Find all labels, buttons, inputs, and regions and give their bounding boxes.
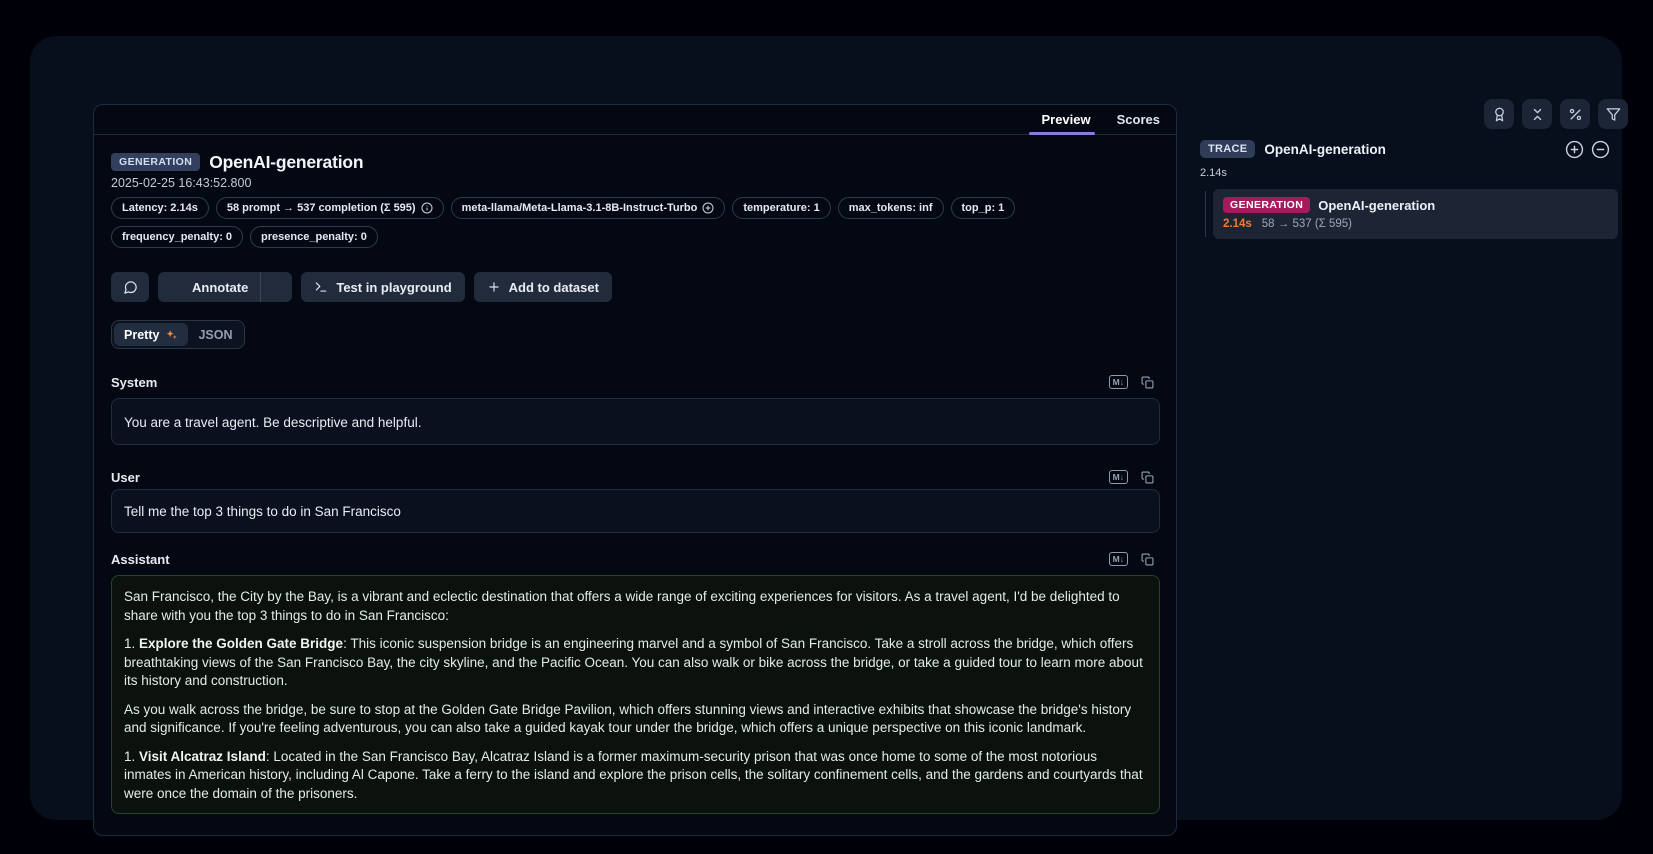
user-header-icons: M↓ [1109, 470, 1160, 484]
assistant-paragraph: 1. Explore the Golden Gate Bridge: This … [124, 635, 1147, 691]
add-to-dataset-label: Add to dataset [509, 280, 599, 295]
plus-circle-icon [702, 202, 714, 214]
trace-panel-toolbar [1190, 99, 1653, 129]
chip-token-usage[interactable]: 58 prompt → 537 completion (Σ 595) [216, 197, 444, 219]
system-message-box: You are a travel agent. Be descriptive a… [111, 398, 1160, 445]
observation-content: GENERATION OpenAI-generation 2025-02-25 … [94, 151, 1176, 814]
user-message-text: Tell me the top 3 things to do in San Fr… [124, 504, 401, 519]
trace-title: OpenAI-generation [1264, 142, 1386, 157]
award-icon [1492, 107, 1507, 122]
tree-node-header: GENERATION OpenAI-generation [1223, 197, 1608, 213]
filter-button[interactable] [1598, 99, 1628, 129]
chip-frequency-penalty: frequency_penalty: 0 [111, 226, 243, 248]
assistant-text-run: 1. [124, 636, 139, 651]
assistant-text-run: : Located in the San Francisco Bay, Alca… [124, 749, 1143, 801]
assistant-message-box: San Francisco, the City by the Bay, is a… [111, 575, 1160, 814]
chevrons-down-up-icon [1530, 107, 1545, 122]
chip-latency: Latency: 2.14s [111, 197, 209, 219]
chip-presence-penalty: presence_penalty: 0 [250, 226, 378, 248]
preview-tabs: Preview Scores [94, 105, 1176, 135]
annotate-button-label: Annotate [192, 280, 248, 295]
chip-token-usage-label: 58 prompt → 537 completion (Σ 595) [227, 202, 416, 214]
comment-icon [123, 280, 138, 295]
assistant-text-run-bold: Visit Alcatraz Island [139, 749, 266, 764]
zoom-in-icon[interactable] [1565, 140, 1584, 159]
assistant-paragraph: San Francisco, the City by the Bay, is a… [124, 588, 1147, 625]
assistant-message-header: Assistant M↓ [111, 549, 1160, 569]
markdown-toggle-icon[interactable]: M↓ [1109, 470, 1128, 484]
edit-icon [170, 280, 184, 294]
tree-zoom-controls [1565, 140, 1610, 159]
percent-icon [1568, 107, 1583, 122]
trace-badge: TRACE [1200, 140, 1255, 158]
trace-latency: 2.14s [1190, 167, 1653, 179]
page-title: OpenAI-generation [209, 152, 363, 173]
zoom-out-icon[interactable] [1591, 140, 1610, 159]
chip-temperature: temperature: 1 [732, 197, 830, 219]
markdown-toggle-icon[interactable]: M↓ [1109, 375, 1128, 389]
scores-award-button[interactable] [1484, 99, 1514, 129]
annotate-split-button: Annotate [158, 272, 292, 302]
copy-icon[interactable] [1141, 376, 1154, 389]
toggle-pretty-label: Pretty [124, 328, 159, 342]
markdown-toggle-icon[interactable]: M↓ [1109, 552, 1128, 566]
user-message-header: User M↓ [111, 467, 1160, 487]
toggle-json[interactable]: JSON [188, 323, 242, 346]
assistant-paragraph: As you walk across the bridge, be sure t… [124, 701, 1147, 738]
chip-model-label: meta-llama/Meta-Llama-3.1-8B-Instruct-Tu… [462, 202, 698, 214]
test-in-playground-label: Test in playground [336, 280, 451, 295]
view-mode-toggle: Pretty JSON [111, 320, 245, 349]
observation-type-badge: GENERATION [111, 153, 200, 171]
tree-connector-line [1205, 191, 1206, 237]
sparkles-icon [165, 328, 178, 341]
plus-icon [487, 280, 501, 294]
info-icon [421, 202, 433, 214]
assistant-paragraph: 1. Visit Alcatraz Island: Located in the… [124, 748, 1147, 804]
metadata-chips-row-1: Latency: 2.14s 58 prompt → 537 completio… [111, 197, 1160, 219]
trace-tree-panel: TRACE OpenAI-generation 2.14s GENERATION… [1190, 99, 1653, 239]
action-buttons-row: Annotate Test in playground [111, 272, 1160, 302]
tab-scores[interactable]: Scores [1117, 105, 1160, 135]
chip-top-p: top_p: 1 [951, 197, 1016, 219]
chip-model[interactable]: meta-llama/Meta-Llama-3.1-8B-Instruct-Tu… [451, 197, 726, 219]
chip-max-tokens: max_tokens: inf [838, 197, 944, 219]
tree-node-title: OpenAI-generation [1318, 198, 1435, 213]
system-message-header: System M↓ [111, 372, 1160, 392]
annotate-button[interactable]: Annotate [158, 272, 260, 302]
assistant-label: Assistant [111, 552, 170, 567]
collapse-all-button[interactable] [1522, 99, 1552, 129]
trace-root-row[interactable]: TRACE OpenAI-generation [1190, 137, 1653, 161]
timestamp: 2025-02-25 16:43:52.800 [111, 176, 1160, 190]
assistant-text-run-bold: Explore the Golden Gate Bridge [139, 636, 343, 651]
tab-preview[interactable]: Preview [1041, 105, 1090, 135]
node-token-usage: 58 → 537 (Σ 595) [1262, 218, 1352, 230]
copy-icon[interactable] [1141, 553, 1154, 566]
user-message-box: Tell me the top 3 things to do in San Fr… [111, 489, 1160, 533]
funnel-icon [1606, 107, 1621, 122]
toggle-pretty[interactable]: Pretty [114, 323, 188, 346]
title-row: GENERATION OpenAI-generation [111, 151, 1160, 173]
assistant-text-run: 1. [124, 749, 139, 764]
copy-icon[interactable] [1141, 471, 1154, 484]
add-to-dataset-button[interactable]: Add to dataset [474, 272, 612, 302]
comment-button[interactable] [111, 272, 149, 302]
system-label: System [111, 375, 157, 390]
observation-preview-card: Preview Scores GENERATION OpenAI-generat… [93, 104, 1177, 836]
assistant-header-icons: M↓ [1109, 552, 1160, 566]
metadata-chips-row-2: frequency_penalty: 0 presence_penalty: 0 [111, 226, 1160, 248]
metrics-percent-button[interactable] [1560, 99, 1590, 129]
user-label: User [111, 470, 140, 485]
node-latency: 2.14s [1223, 218, 1252, 230]
app-window: Preview Scores GENERATION OpenAI-generat… [30, 36, 1622, 820]
terminal-icon [314, 280, 328, 294]
trace-tree: GENERATION OpenAI-generation 2.14s 58 → … [1190, 189, 1653, 239]
annotate-dropdown-button[interactable] [261, 272, 292, 302]
system-message-text: You are a travel agent. Be descriptive a… [124, 415, 421, 430]
test-in-playground-button[interactable]: Test in playground [301, 272, 464, 302]
system-header-icons: M↓ [1109, 375, 1160, 389]
chevron-down-icon [270, 281, 283, 294]
generation-badge: GENERATION [1223, 197, 1310, 213]
tree-node-generation[interactable]: GENERATION OpenAI-generation 2.14s 58 → … [1213, 189, 1618, 239]
tree-node-metrics: 2.14s 58 → 537 (Σ 595) [1223, 218, 1608, 230]
